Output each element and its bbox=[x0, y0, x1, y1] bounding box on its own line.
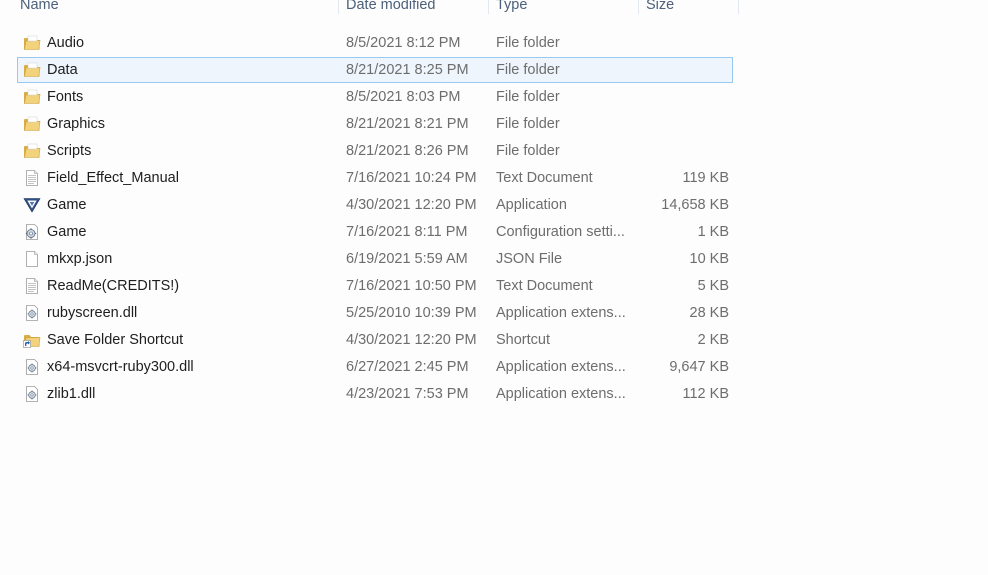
file-name: Save Folder Shortcut bbox=[47, 332, 184, 348]
file-row[interactable]: Data 8/21/2021 8:25 PM File folder bbox=[17, 57, 733, 83]
file-type: Text Document bbox=[496, 170, 593, 186]
file-date-modified: 6/19/2021 5:59 AM bbox=[346, 251, 468, 267]
file-date-modified: 6/27/2021 2:45 PM bbox=[346, 359, 469, 375]
file-row[interactable]: zlib1.dll 4/23/2021 7:53 PM Application ex… bbox=[17, 381, 733, 407]
file-name: Game bbox=[47, 224, 87, 240]
file-date-modified: 5/25/2010 10:39 PM bbox=[346, 305, 477, 321]
file-size: 1 KB bbox=[697, 224, 729, 240]
file-type: File folder bbox=[496, 116, 560, 132]
file-name: zlib1.dll bbox=[47, 386, 96, 402]
file-type: File folder bbox=[496, 62, 560, 78]
file-size: 28 KB bbox=[689, 305, 730, 321]
file-size: 2 KB bbox=[697, 332, 729, 348]
file-row[interactable]: Game 4/30/2021 12:20 PM Application 14,658 … bbox=[17, 192, 733, 218]
folder-icon bbox=[23, 143, 41, 159]
file-size bbox=[630, 85, 729, 109]
file-size: 10 KB bbox=[689, 251, 730, 267]
file-date-modified: 7/16/2021 8:11 PM bbox=[346, 224, 468, 240]
column-divider[interactable] bbox=[488, 0, 489, 14]
folder-icon bbox=[23, 35, 41, 51]
folder-icon bbox=[23, 116, 41, 132]
file-date-modified: 8/21/2021 8:25 PM bbox=[346, 62, 469, 78]
application-icon bbox=[23, 197, 41, 213]
file-row[interactable]: Field_Effect_Manual 7/16/2021 10:24 PM Tex… bbox=[17, 165, 733, 191]
file-type: Application bbox=[496, 197, 567, 213]
file-name: Graphics bbox=[47, 116, 106, 132]
file-size: 9,647 KB bbox=[669, 359, 729, 375]
file-date-modified: 7/16/2021 10:50 PM bbox=[346, 278, 477, 294]
column-header-date-modified[interactable]: Date modified bbox=[346, 0, 435, 14]
column-header-name[interactable]: Name bbox=[20, 0, 59, 14]
file-size: 14,658 KB bbox=[661, 197, 729, 213]
blank-file-icon bbox=[23, 251, 41, 267]
file-type: Application extens... bbox=[496, 386, 626, 402]
file-row[interactable]: Scripts 8/21/2021 8:26 PM File folder bbox=[17, 138, 733, 164]
file-date-modified: 4/30/2021 12:20 PM bbox=[346, 332, 477, 348]
dll-icon bbox=[23, 386, 41, 402]
file-date-modified: 8/5/2021 8:03 PM bbox=[346, 89, 461, 105]
file-name: Field_Effect_Manual bbox=[47, 170, 179, 186]
file-type: Text Document bbox=[496, 278, 593, 294]
file-size bbox=[630, 31, 729, 55]
column-header-type[interactable]: Type bbox=[496, 0, 527, 14]
column-divider[interactable] bbox=[638, 0, 639, 14]
file-name: ReadMe(CREDITS!) bbox=[47, 278, 180, 294]
file-size: 112 KB bbox=[682, 386, 730, 402]
dll-icon bbox=[23, 305, 41, 321]
file-row[interactable]: Graphics 8/21/2021 8:21 PM File folder bbox=[17, 111, 733, 137]
file-row[interactable]: Fonts 8/5/2021 8:03 PM File folder bbox=[17, 84, 733, 110]
file-name: mkxp.json bbox=[47, 251, 113, 267]
dll-icon bbox=[23, 359, 41, 375]
file-date-modified: 8/21/2021 8:26 PM bbox=[346, 143, 469, 159]
file-size bbox=[630, 58, 729, 82]
text-document-icon bbox=[23, 170, 41, 186]
file-row[interactable]: rubyscreen.dll 5/25/2010 10:39 PM Applicat… bbox=[17, 300, 733, 326]
file-type: Application extens... bbox=[496, 359, 626, 375]
file-type: JSON File bbox=[496, 251, 563, 267]
file-row[interactable]: x64-msvcrt-ruby300.dll 6/27/2021 2:45 PM A… bbox=[17, 354, 733, 380]
file-name: Data bbox=[47, 62, 78, 78]
file-type: File folder bbox=[496, 89, 560, 105]
file-size: 5 KB bbox=[697, 278, 729, 294]
file-date-modified: 4/23/2021 7:53 PM bbox=[346, 386, 469, 402]
file-type: Application extens... bbox=[496, 305, 626, 321]
column-header: Name Date modified Type Size bbox=[0, 0, 740, 14]
file-size bbox=[630, 139, 729, 163]
file-row[interactable]: Game 7/16/2021 8:11 PM Configuration setti… bbox=[17, 219, 733, 245]
file-row[interactable]: ReadMe(CREDITS!) 7/16/2021 10:50 PM Text D… bbox=[17, 273, 733, 299]
file-name: rubyscreen.dll bbox=[47, 305, 138, 321]
file-row[interactable]: Audio 8/5/2021 8:12 PM File folder bbox=[17, 30, 733, 56]
file-date-modified: 7/16/2021 10:24 PM bbox=[346, 170, 477, 186]
file-name: Fonts bbox=[47, 89, 84, 105]
file-size bbox=[630, 112, 729, 136]
folder-icon bbox=[23, 89, 41, 105]
file-name: x64-msvcrt-ruby300.dll bbox=[47, 359, 194, 375]
column-divider[interactable] bbox=[338, 0, 339, 14]
file-date-modified: 8/21/2021 8:21 PM bbox=[346, 116, 469, 132]
column-header-size[interactable]: Size bbox=[646, 0, 674, 14]
file-type: File folder bbox=[496, 143, 560, 159]
file-size: 119 KB bbox=[682, 170, 730, 186]
folder-shortcut-icon bbox=[23, 332, 41, 348]
file-date-modified: 4/30/2021 12:20 PM bbox=[346, 197, 477, 213]
file-name: Scripts bbox=[47, 143, 92, 159]
file-row[interactable]: mkxp.json 6/19/2021 5:59 AM JSON File 10 KB bbox=[17, 246, 733, 272]
file-type: Configuration setti... bbox=[496, 224, 625, 240]
file-name: Audio bbox=[47, 35, 85, 51]
folder-icon bbox=[23, 62, 41, 78]
file-type: File folder bbox=[496, 35, 560, 51]
file-type: Shortcut bbox=[496, 332, 550, 348]
file-name: Game bbox=[47, 197, 87, 213]
column-divider[interactable] bbox=[738, 0, 739, 14]
config-settings-icon bbox=[23, 224, 41, 240]
file-row[interactable]: Save Folder Shortcut 4/30/2021 12:20 PM Sh… bbox=[17, 327, 733, 353]
text-document-icon bbox=[23, 278, 41, 294]
file-date-modified: 8/5/2021 8:12 PM bbox=[346, 35, 461, 51]
